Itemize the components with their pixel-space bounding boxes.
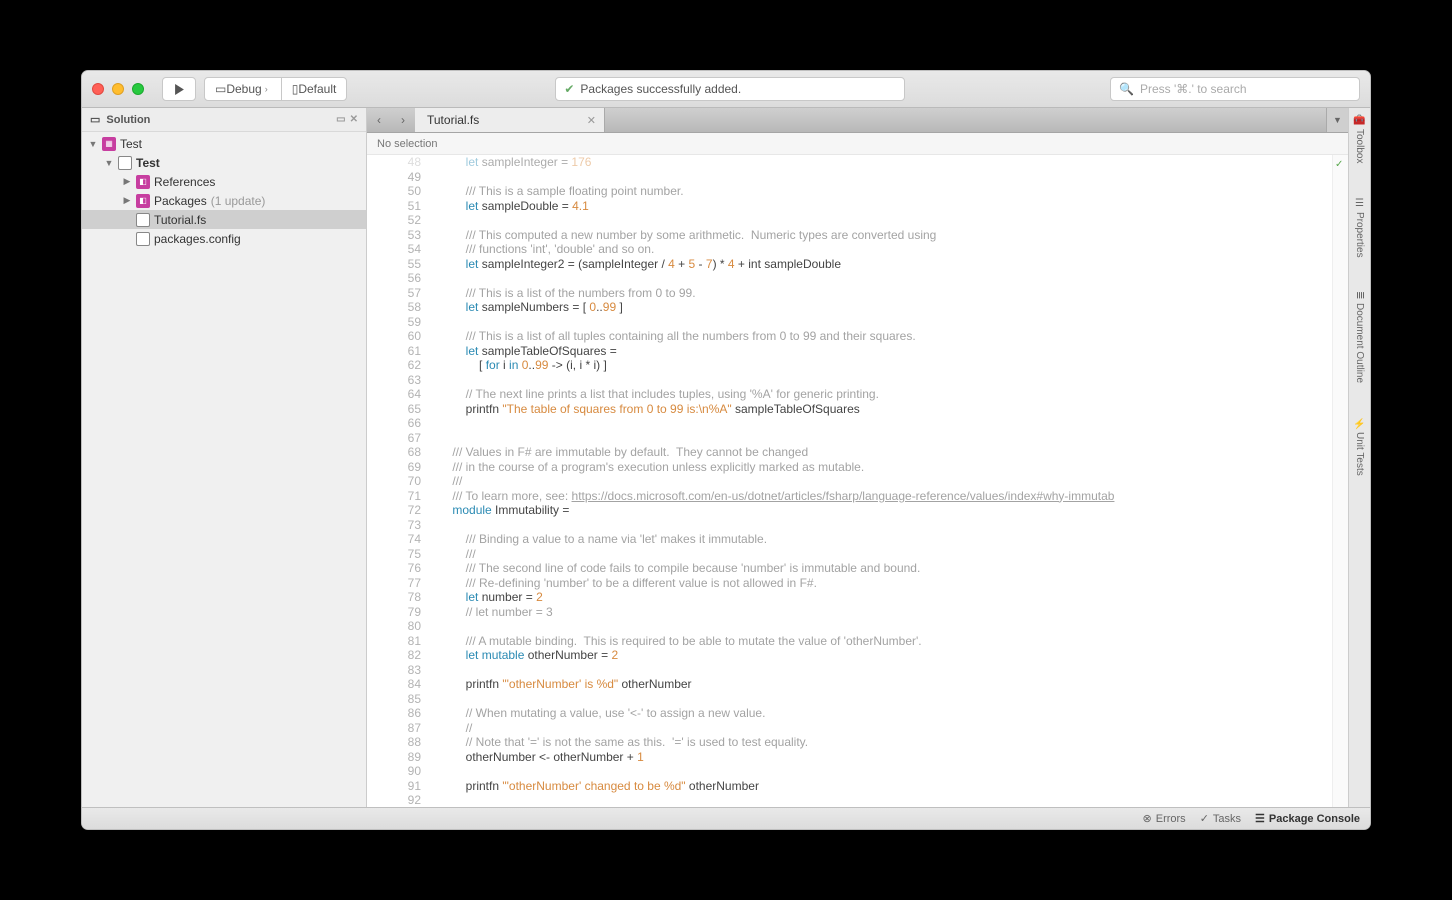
solution-explorer: ▭ Solution ▭ ✕ ▼▦Test ▼Test ▶◧References … [82, 108, 367, 807]
tree-file-packages-config[interactable]: ⟨⟩packages.config [82, 229, 366, 248]
properties-icon: ☰ [1354, 198, 1365, 209]
statusbar: ⊗Errors ✓Tasks ☰Package Console [82, 807, 1370, 829]
outline-icon: ≣ [1354, 291, 1365, 299]
marker-strip: ✓ [1332, 155, 1348, 807]
run-config: ▭ Debug› ▯ Default [204, 77, 347, 101]
target-select[interactable]: ▯ Default [281, 77, 348, 101]
panel-close-icon[interactable]: ✕ [350, 114, 358, 125]
package-console-button[interactable]: ☰Package Console [1255, 812, 1360, 825]
tab-label: Tutorial.fs [427, 113, 479, 127]
code-editor[interactable]: 48 let sampleInteger = 1764950 /// This … [367, 155, 1332, 807]
errors-panel-button[interactable]: ⊗Errors [1143, 812, 1186, 825]
properties-tab[interactable]: ☰Properties [1354, 198, 1365, 258]
status-bar: ✔ Packages successfully added. [555, 77, 905, 101]
check-icon: ✓ [1200, 812, 1209, 825]
minimize-icon[interactable] [112, 83, 124, 95]
editor-area: ‹ › Tutorial.fs ✕ ▼ No selection 48 let … [367, 108, 1348, 807]
tree-file-tutorial[interactable]: {}Tutorial.fs [82, 210, 366, 229]
solution-panel-icon: ▭ [90, 113, 100, 126]
check-icon: ✓ [1335, 159, 1343, 170]
tab-bar: ‹ › Tutorial.fs ✕ ▼ [367, 108, 1348, 133]
tab-overflow-button[interactable]: ▼ [1326, 108, 1348, 132]
nav-forward-button[interactable]: › [391, 108, 415, 132]
tasks-panel-button[interactable]: ✓Tasks [1200, 812, 1241, 825]
tree-references[interactable]: ▶◧References [82, 172, 366, 191]
unit-tests-tab[interactable]: ⚡Unit Tests [1354, 417, 1365, 476]
close-icon[interactable] [92, 83, 104, 95]
status-text: Packages successfully added. [580, 82, 741, 96]
config-select[interactable]: ▭ Debug› [204, 77, 282, 101]
document-outline-tab[interactable]: ≣Document Outline [1354, 291, 1365, 382]
tree-project[interactable]: ▼Test [82, 153, 366, 172]
tree-packages[interactable]: ▶◧Packages (1 update) [82, 191, 366, 210]
panel-pin-icon[interactable]: ▭ [336, 114, 345, 125]
solution-tree: ▼▦Test ▼Test ▶◧References ▶◧Packages (1 … [82, 132, 366, 248]
maximize-icon[interactable] [132, 83, 144, 95]
error-icon: ⊗ [1143, 812, 1152, 825]
search-icon: 🔍 [1119, 82, 1134, 96]
app-window: ▭ Debug› ▯ Default ✔ Packages successful… [81, 70, 1371, 830]
toolbox-icon: 🧰 [1354, 114, 1365, 126]
tab-close-icon[interactable]: ✕ [587, 114, 596, 127]
tree-solution[interactable]: ▼▦Test [82, 134, 366, 153]
search-input[interactable]: 🔍 Press '⌘.' to search [1110, 77, 1360, 101]
window-controls [92, 83, 144, 95]
toolbox-tab[interactable]: 🧰Toolbox [1354, 114, 1365, 164]
tests-icon: ⚡ [1354, 417, 1365, 429]
config-label: Debug [226, 82, 261, 96]
run-button[interactable] [162, 77, 196, 101]
panel-header: ▭ Solution ▭ ✕ [82, 108, 366, 132]
target-label: Default [298, 82, 336, 96]
breadcrumb[interactable]: No selection [367, 133, 1348, 155]
nav-back-button[interactable]: ‹ [367, 108, 391, 132]
tab-tutorial[interactable]: Tutorial.fs ✕ [415, 108, 605, 132]
panel-title: Solution [106, 114, 150, 126]
console-icon: ☰ [1255, 812, 1265, 825]
titlebar: ▭ Debug› ▯ Default ✔ Packages successful… [82, 71, 1370, 108]
search-placeholder: Press '⌘.' to search [1140, 82, 1247, 96]
right-tool-dock: 🧰Toolbox ☰Properties ≣Document Outline ⚡… [1348, 108, 1370, 807]
